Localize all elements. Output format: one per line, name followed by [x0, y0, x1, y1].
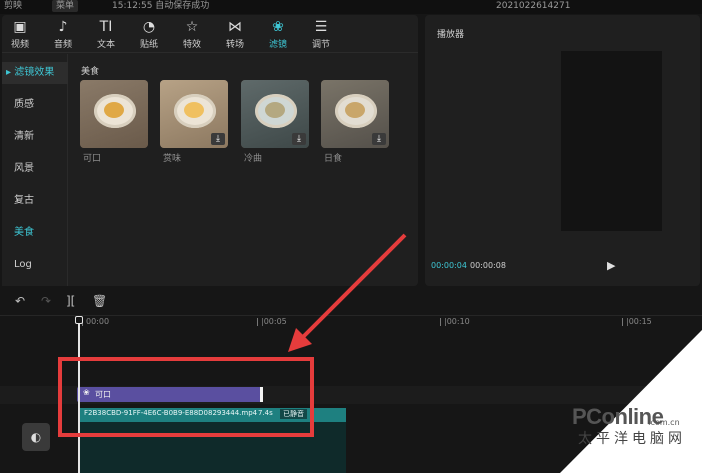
app-window: 剪映 菜单 15:12:55 自动保存成功 2021022614271 ▣ 视频… — [0, 0, 702, 473]
watermark-corner — [560, 330, 702, 473]
watermark-domain: .com.cn — [648, 418, 680, 427]
watermark-subtitle: 太平洋电脑网 — [578, 431, 686, 447]
